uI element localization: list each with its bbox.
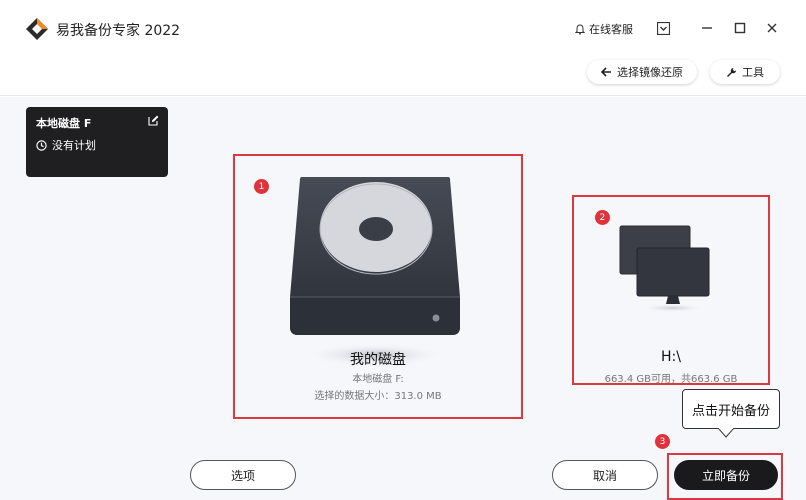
tools-label: 工具 (742, 66, 764, 79)
restore-label: 选择镜像还原 (617, 66, 683, 79)
computer-icon (619, 225, 710, 312)
minimize-button[interactable] (698, 19, 716, 37)
source-title: 我的磁盘 (350, 352, 406, 368)
plan-schedule-label: 没有计划 (52, 139, 96, 152)
destination-space-label: 663.4 GB可用，共663.6 GB (604, 374, 738, 385)
source-disk-label: 本地磁盘 F: (352, 374, 404, 385)
options-button[interactable]: 选项 (190, 460, 296, 490)
maximize-button[interactable] (731, 19, 749, 37)
destination-title: H:\ (661, 349, 681, 365)
tools-button[interactable]: 工具 (710, 60, 780, 84)
app-logo-icon (26, 18, 48, 40)
plan-name: 本地磁盘 F (36, 117, 92, 130)
support-label: 在线客服 (589, 23, 633, 36)
online-support-button[interactable]: 在线客服 (575, 21, 633, 37)
arrow-left-icon (601, 67, 611, 77)
clock-icon (36, 139, 47, 151)
minimize-icon (702, 27, 712, 29)
close-button[interactable] (763, 19, 781, 37)
app-title: 易我备份专家 2022 (56, 23, 181, 39)
wrench-icon (727, 67, 736, 77)
restore-image-button[interactable]: 选择镜像还原 (587, 60, 697, 84)
step-badge-2: 2 (595, 210, 610, 225)
backup-now-button[interactable]: 立即备份 (674, 460, 778, 490)
dropdown-menu-icon (656, 21, 670, 35)
menu-dropdown-button[interactable] (654, 19, 672, 37)
hard-disk-icon (290, 177, 460, 367)
edit-icon[interactable] (148, 115, 159, 126)
backup-plan-card[interactable]: 本地磁盘 F 没有计划 (26, 107, 168, 177)
step-badge-1: 1 (254, 179, 269, 194)
bell-icon (575, 23, 585, 35)
source-size-label: 选择的数据大小：313.0 MB (314, 391, 442, 402)
step-badge-3: 3 (655, 434, 670, 449)
cancel-button[interactable]: 取消 (552, 460, 658, 490)
maximize-icon (734, 22, 746, 34)
close-icon (767, 23, 777, 33)
tooltip-arrow (718, 428, 734, 438)
start-backup-tooltip: 点击开始备份 (682, 389, 780, 429)
plan-schedule: 没有计划 (36, 137, 158, 153)
